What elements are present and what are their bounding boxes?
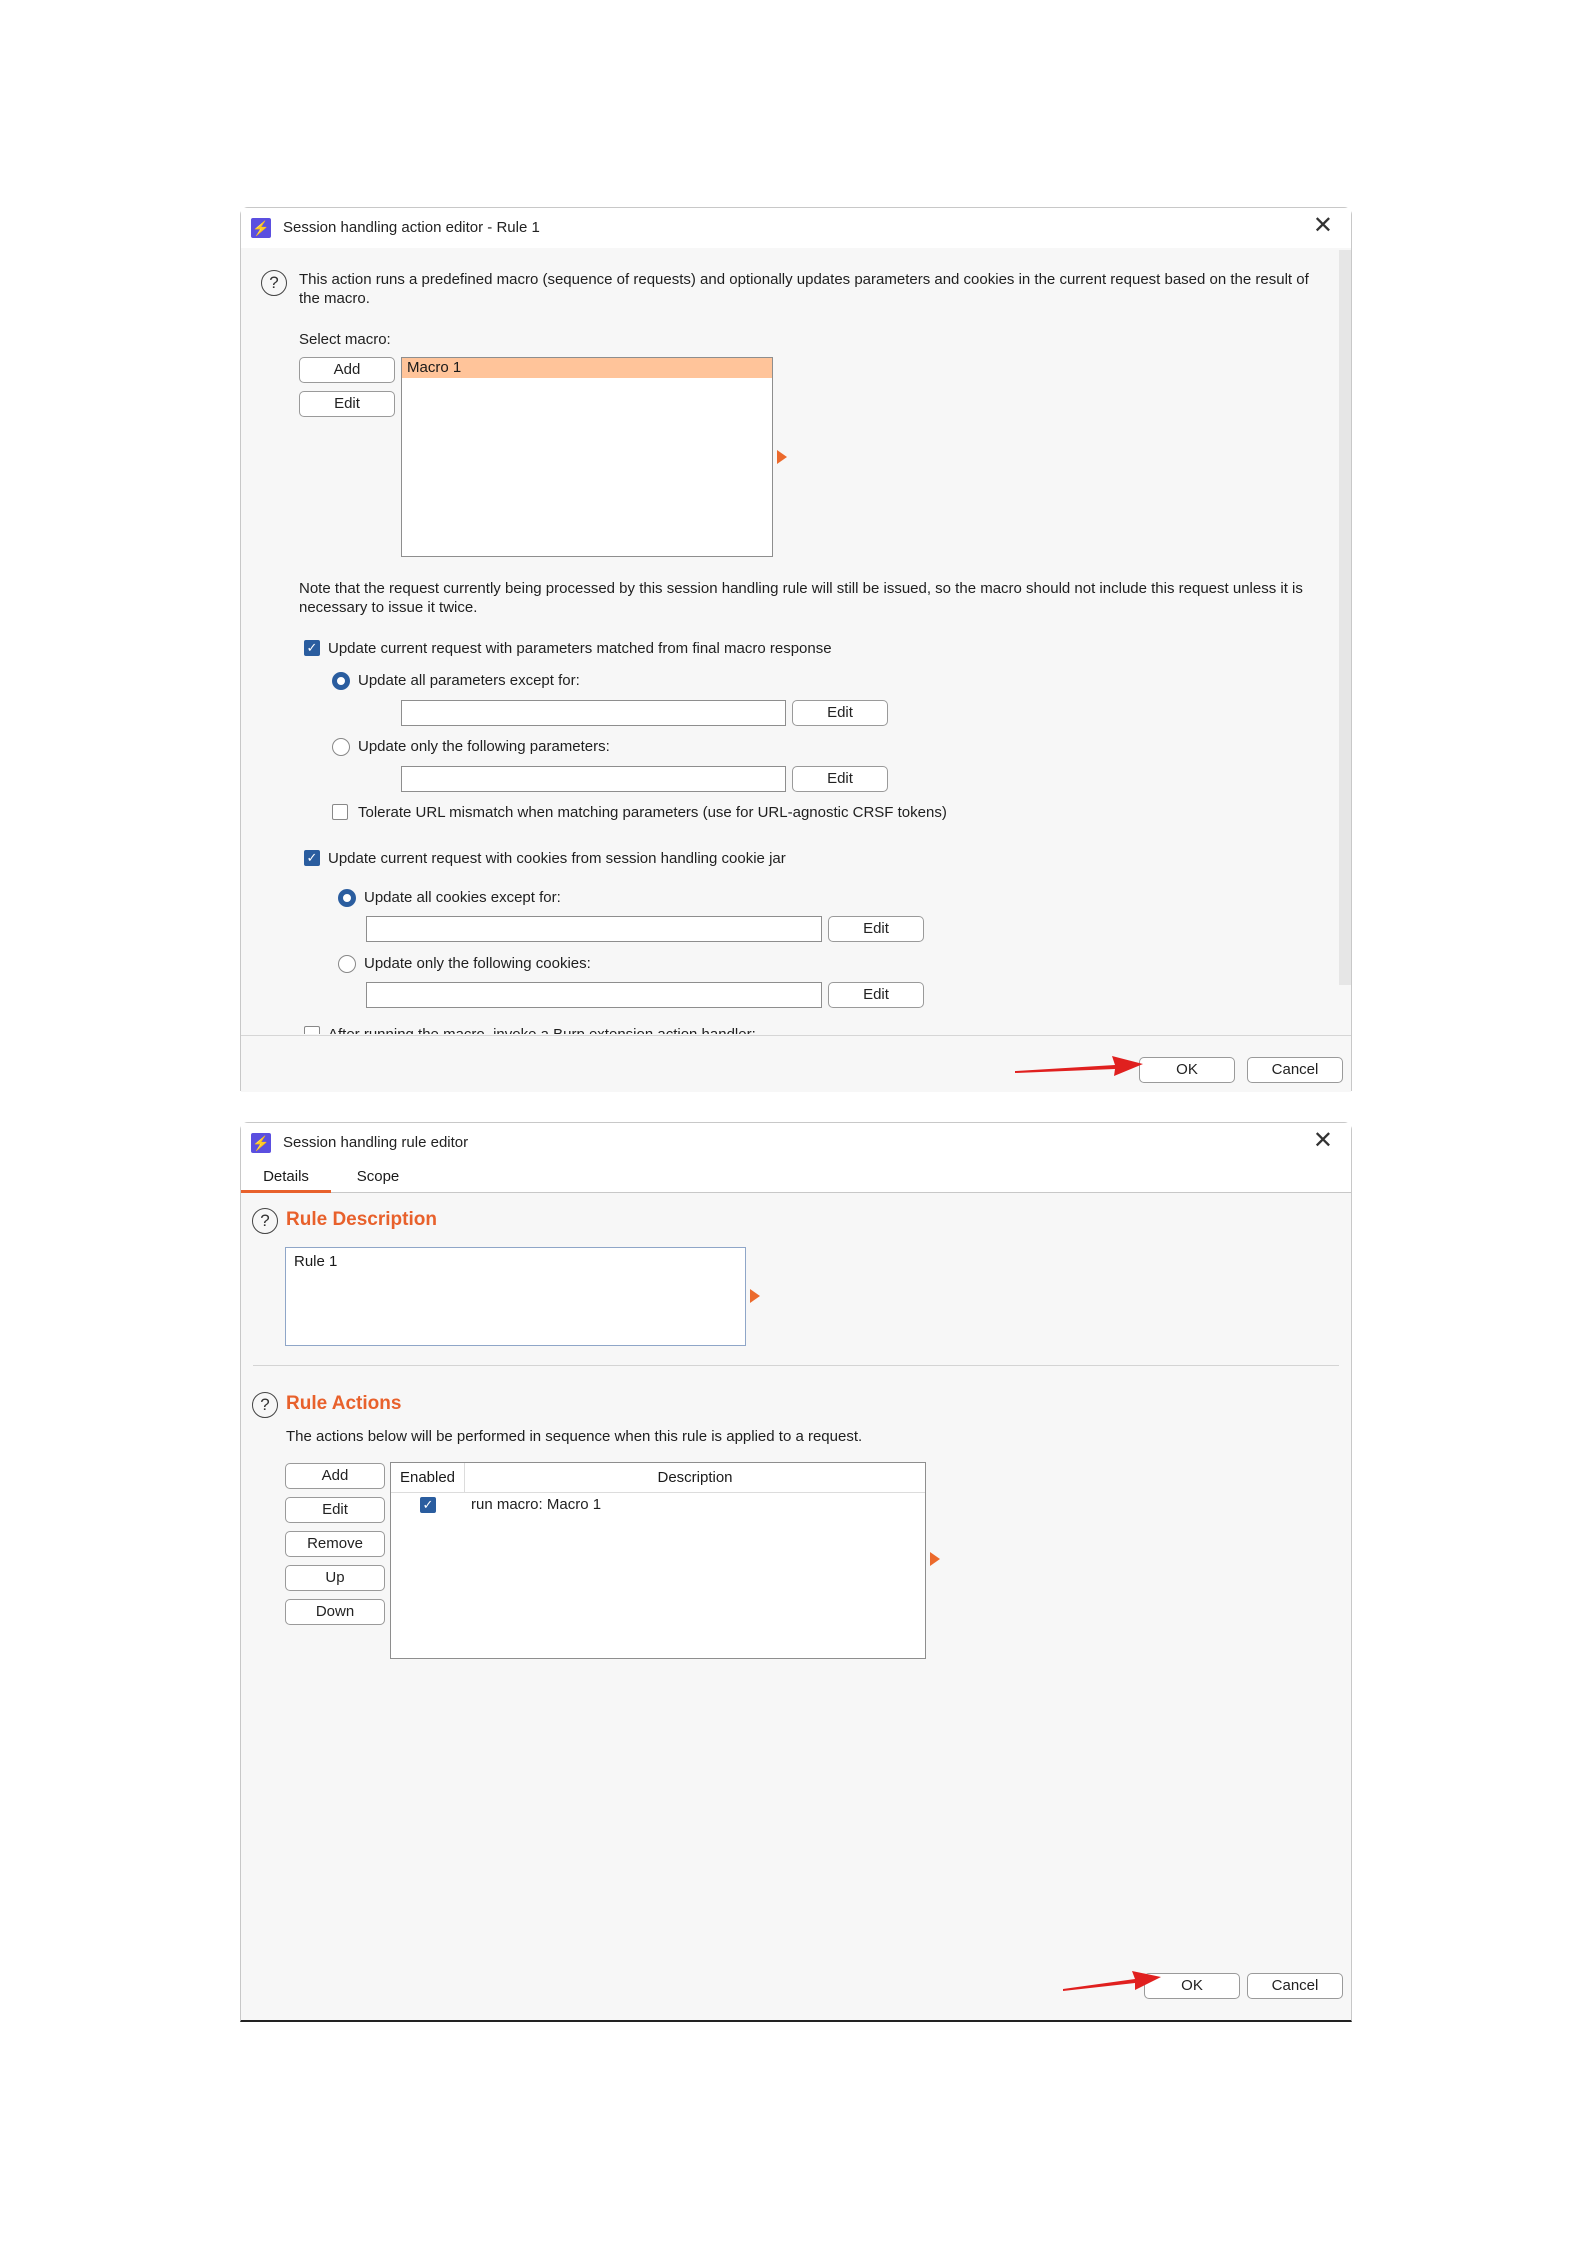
params-only-label: Update only the following parameters: [358, 738, 610, 755]
down-action-button[interactable]: Down [285, 1599, 385, 1625]
macro-list[interactable]: Macro 1 [401, 357, 773, 557]
row-enabled-checkbox[interactable]: ✓ [420, 1497, 436, 1513]
help-icon[interactable]: ? [252, 1392, 278, 1418]
rule-editor-title: Session handling rule editor [283, 1134, 469, 1151]
rule-description-heading: Rule Description [286, 1209, 437, 1230]
cookies-only-label: Update only the following cookies: [364, 955, 591, 972]
rule-description-value: Rule 1 [294, 1253, 338, 1270]
annotation-arrow-icon [1015, 1056, 1143, 1076]
update-cookies-label: Update current request with cookies from… [328, 850, 786, 867]
cancel-button[interactable]: Cancel [1247, 1057, 1343, 1083]
tab-scope[interactable]: Scope [333, 1163, 423, 1193]
column-header-description[interactable]: Description [465, 1463, 925, 1493]
edit-macro-button[interactable]: Edit [299, 391, 395, 417]
cookies-only-edit-button[interactable]: Edit [828, 982, 924, 1008]
remove-action-button[interactable]: Remove [285, 1531, 385, 1557]
tab-bar: Details Scope [241, 1163, 1351, 1193]
up-action-button[interactable]: Up [285, 1565, 385, 1591]
annotation-arrow-icon [1063, 1971, 1161, 1991]
extension-checkbox[interactable] [304, 1026, 320, 1034]
help-icon[interactable]: ? [261, 270, 287, 296]
params-only-field[interactable] [401, 766, 786, 792]
update-cookies-checkbox[interactable]: ✓ [304, 850, 320, 866]
params-only-radio[interactable] [332, 738, 350, 756]
edit-action-button[interactable]: Edit [285, 1497, 385, 1523]
action-editor-title: Session handling action editor - Rule 1 [283, 219, 540, 236]
cancel-button[interactable]: Cancel [1247, 1973, 1343, 1999]
expand-marker-icon[interactable] [777, 450, 787, 464]
extension-label: After running the macro, invoke a Burp e… [328, 1025, 756, 1034]
macro-list-item[interactable]: Macro 1 [402, 358, 772, 378]
action-editor-titlebar: ⚡ Session handling action editor - Rule … [241, 208, 1351, 248]
burp-app-icon: ⚡ [251, 1133, 271, 1153]
rule-editor-dialog: ⚡ Session handling rule editor ✕ Details… [240, 1122, 1352, 2022]
close-icon[interactable]: ✕ [1313, 214, 1333, 238]
rule-actions-heading: Rule Actions [286, 1393, 402, 1414]
rule-description-field[interactable]: Rule 1 [285, 1247, 746, 1346]
params-only-edit-button[interactable]: Edit [792, 766, 888, 792]
table-row[interactable]: ✓ run macro: Macro 1 [391, 1493, 925, 1517]
actions-table: Enabled Description ✓ run macro: Macro 1 [390, 1462, 926, 1659]
row-description: run macro: Macro 1 [471, 1496, 602, 1513]
tolerate-url-checkbox[interactable] [332, 804, 348, 820]
cookies-all-label: Update all cookies except for: [364, 889, 561, 906]
cookies-all-radio[interactable] [338, 889, 356, 907]
close-icon[interactable]: ✕ [1313, 1129, 1333, 1153]
params-except-field[interactable] [401, 700, 786, 726]
column-header-enabled[interactable]: Enabled [391, 1463, 465, 1493]
scrollbar[interactable] [1339, 250, 1351, 985]
action-editor-dialog: ⚡ Session handling action editor - Rule … [240, 207, 1352, 1092]
update-params-checkbox[interactable]: ✓ [304, 640, 320, 656]
intro-text: This action runs a predefined macro (seq… [299, 271, 1309, 307]
rule-editor-titlebar: ⚡ Session handling rule editor ✕ [241, 1123, 1351, 1163]
section-divider [253, 1365, 1339, 1366]
add-action-button[interactable]: Add [285, 1463, 385, 1489]
burp-app-icon: ⚡ [251, 218, 271, 238]
params-all-radio[interactable] [332, 672, 350, 690]
cookies-only-radio[interactable] [338, 955, 356, 973]
note-text: Note that the request currently being pr… [299, 580, 1303, 616]
cookies-only-field[interactable] [366, 982, 822, 1008]
help-icon[interactable]: ? [252, 1208, 278, 1234]
rule-actions-description: The actions below will be performed in s… [286, 1428, 863, 1445]
select-macro-label: Select macro: [299, 331, 391, 348]
extension-row-clip: After running the macro, invoke a Burp e… [301, 1025, 1201, 1034]
add-macro-button[interactable]: Add [299, 357, 395, 383]
params-except-edit-button[interactable]: Edit [792, 700, 888, 726]
update-params-label: Update current request with parameters m… [328, 640, 832, 657]
expand-marker-icon[interactable] [930, 1552, 940, 1566]
cookies-except-edit-button[interactable]: Edit [828, 916, 924, 942]
tolerate-url-label: Tolerate URL mismatch when matching para… [358, 804, 947, 821]
cookies-except-field[interactable] [366, 916, 822, 942]
table-header: Enabled Description [391, 1463, 925, 1493]
expand-marker-icon[interactable] [750, 1289, 760, 1303]
tab-details[interactable]: Details [241, 1163, 331, 1193]
params-all-label: Update all parameters except for: [358, 672, 580, 689]
ok-button[interactable]: OK [1139, 1057, 1235, 1083]
